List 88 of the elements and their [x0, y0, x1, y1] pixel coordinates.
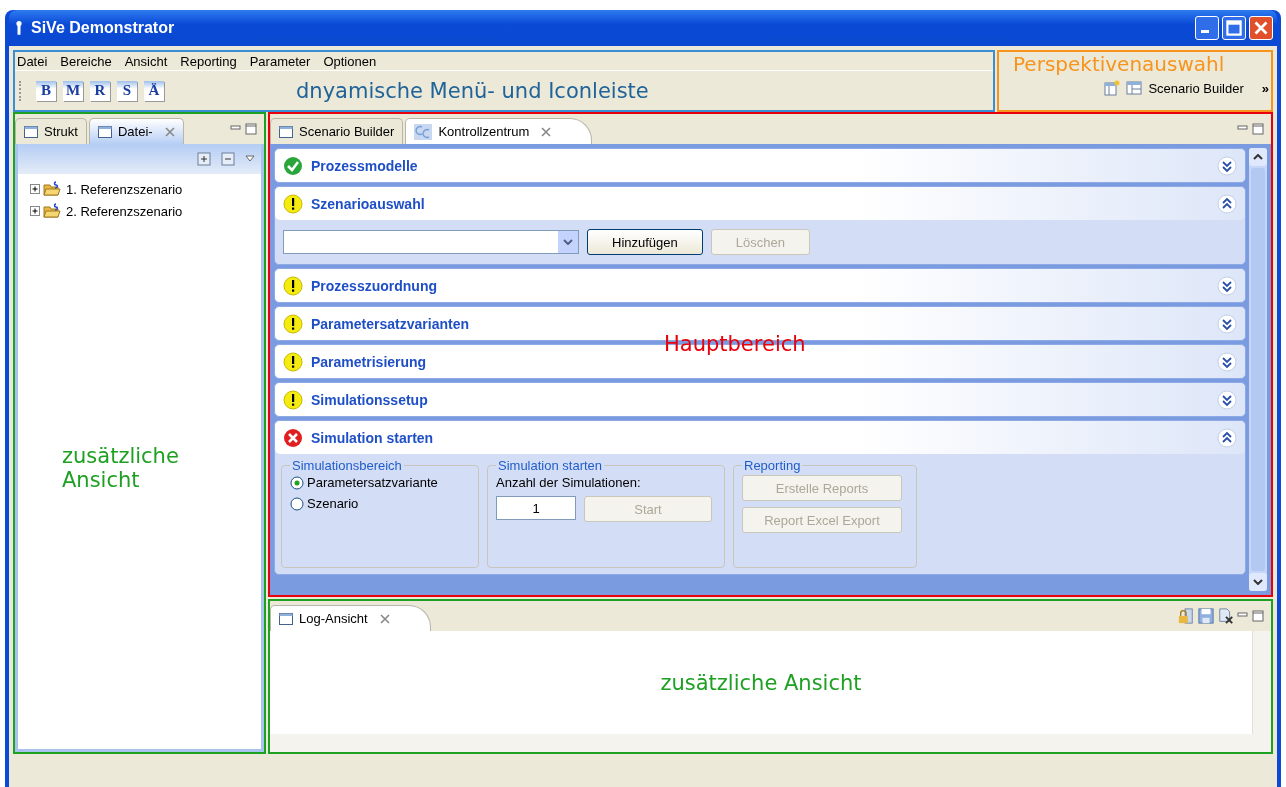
menu-item[interactable]: Reporting	[180, 53, 237, 69]
section-title[interactable]: Parametersatzvarianten	[311, 315, 469, 332]
warning-icon	[283, 313, 303, 334]
toolbar-button[interactable]: R	[90, 80, 110, 101]
vertical-scrollbar[interactable]	[1249, 148, 1267, 591]
annotation-label: zusätzliche Ansicht	[660, 670, 862, 695]
section-title[interactable]: Prozesszuordnung	[311, 277, 437, 294]
warning-icon	[283, 389, 303, 410]
group-title: Simulationsbereich	[291, 458, 403, 473]
app-icon	[13, 19, 25, 37]
toolbar-button[interactable]: B	[36, 80, 56, 101]
view-menu-icon[interactable]	[245, 154, 255, 164]
section-title[interactable]: Szenarioauswahl	[311, 195, 425, 212]
window-icon	[279, 611, 293, 626]
maximize-button[interactable]	[1222, 16, 1246, 40]
perspective-button[interactable]: Scenario Builder	[1126, 80, 1244, 96]
action-button[interactable]: Hinzufügen	[587, 229, 703, 255]
expand-icon[interactable]	[1217, 275, 1237, 296]
minimize-maximize-icon[interactable]	[1237, 123, 1265, 135]
tree-item[interactable]: 1. Referenzszenario	[64, 181, 183, 197]
menu-item[interactable]: Bereiche	[60, 53, 112, 69]
close-button[interactable]	[1249, 16, 1273, 40]
maximize-icon	[1223, 17, 1245, 39]
folder-icon	[43, 181, 61, 197]
warning-icon	[283, 193, 303, 214]
close-icon[interactable]	[164, 126, 175, 137]
close-icon[interactable]	[379, 613, 390, 624]
clear-log-icon[interactable]	[1217, 608, 1235, 624]
window-icon	[279, 124, 293, 139]
open-perspective-icon[interactable]	[1104, 80, 1121, 96]
expand-icon[interactable]	[1217, 155, 1237, 176]
expand-icon[interactable]	[1217, 351, 1237, 372]
minimize-icon	[1201, 30, 1209, 33]
window-icon	[24, 124, 38, 139]
close-icon[interactable]	[541, 126, 552, 137]
collapse-all-icon[interactable]	[221, 152, 235, 166]
annotation-label: dnyamische Menü- und Iconleiste	[296, 78, 649, 103]
minimize-maximize-icon[interactable]	[230, 123, 258, 135]
view-tab[interactable]: Log-Ansicht	[270, 604, 431, 632]
check-icon	[283, 155, 303, 176]
section-title[interactable]: Simulationssetup	[311, 391, 428, 408]
tree-item[interactable]: 2. Referenzszenario	[64, 203, 183, 219]
collapse-icon[interactable]	[1217, 427, 1237, 448]
scroll-up-icon[interactable]	[1253, 154, 1263, 160]
group-title: Reporting	[743, 458, 802, 473]
section-title[interactable]: Parametrisierung	[311, 353, 427, 370]
menu-item[interactable]: Datei	[17, 53, 48, 69]
annotation-label: Hauptbereich	[664, 332, 806, 356]
annotation-label: zusätzliche Ansicht	[62, 444, 180, 492]
expand-toggle-icon[interactable]	[30, 206, 40, 216]
toolbar-button[interactable]: Ä	[144, 80, 164, 101]
collapse-icon[interactable]	[1217, 193, 1237, 214]
simulation-count-field[interactable]: 1	[496, 496, 576, 520]
folder-icon	[43, 203, 61, 219]
menu-item[interactable]: Optionen	[323, 53, 377, 69]
scroll-down-icon[interactable]	[1253, 579, 1263, 585]
section-title[interactable]: Simulation starten	[311, 429, 434, 446]
vertical-scrollbar[interactable]	[1252, 631, 1271, 734]
more-perspectives-button[interactable]: »	[1261, 80, 1269, 96]
window-icon	[1126, 80, 1143, 96]
lock-icon[interactable]	[1177, 608, 1195, 624]
toolbar-button[interactable]: M	[63, 80, 83, 101]
view-tab[interactable]: Strukt	[15, 117, 87, 145]
expand-icon[interactable]	[1217, 313, 1237, 334]
editor-tab[interactable]: Kontrollzentrum	[405, 117, 593, 145]
expand-toggle-icon[interactable]	[30, 184, 40, 194]
warning-icon	[283, 275, 303, 296]
field-label: Anzahl der Simulationen:	[496, 475, 642, 490]
menu-item[interactable]: Parameter	[249, 53, 311, 69]
horizontal-scrollbar[interactable]	[270, 734, 1271, 752]
group-title: Simulation starten	[497, 458, 604, 473]
view-tab[interactable]: Datei-	[88, 117, 184, 145]
radio-option[interactable]: Szenario	[290, 496, 470, 511]
radio-option[interactable]: Parametersatzvariante	[290, 475, 470, 490]
menu-item[interactable]: Ansicht	[124, 53, 168, 69]
scenario-dropdown[interactable]	[283, 230, 579, 254]
annotation-label: Perspektivenauswahl	[1012, 52, 1226, 76]
minimize-button[interactable]	[1195, 16, 1219, 40]
expand-icon[interactable]	[1217, 389, 1237, 410]
section-title[interactable]: Prozessmodelle	[311, 157, 418, 174]
toolbar-button[interactable]: S	[117, 80, 137, 101]
warning-icon	[283, 351, 303, 372]
window-icon	[97, 124, 112, 139]
error-icon	[283, 427, 303, 448]
control-center-icon	[414, 123, 433, 140]
editor-tab[interactable]: Scenario Builder	[270, 117, 404, 145]
window-title: SiVe Demonstrator	[31, 19, 175, 37]
expand-all-icon[interactable]	[197, 152, 211, 166]
